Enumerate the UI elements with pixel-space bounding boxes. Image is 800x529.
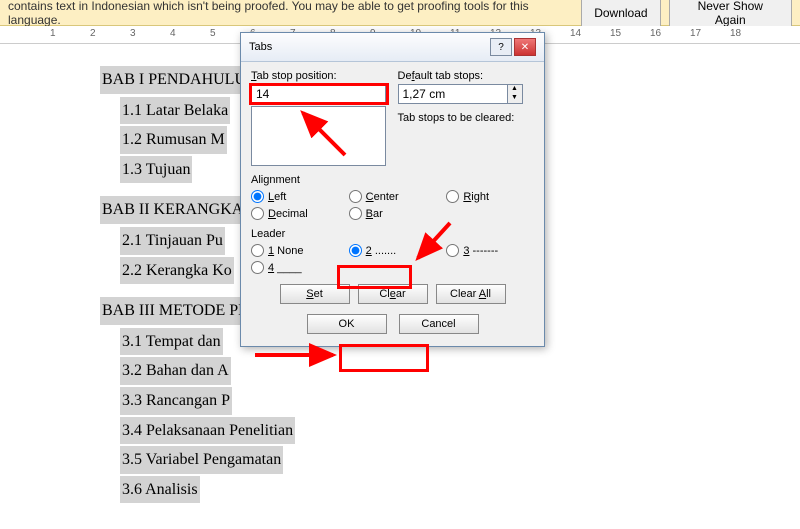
cleared-label: Tab stops to be cleared: xyxy=(398,112,535,124)
default-tab-input[interactable] xyxy=(398,84,508,104)
leader-none[interactable]: 1 None xyxy=(251,244,339,257)
item-3-1: 3.1 Tempat dan xyxy=(120,328,223,356)
proofing-bar: contains text in Indonesian which isn't … xyxy=(0,0,800,26)
tab-stop-label: Tab stop position: xyxy=(251,70,388,82)
item-2-1: 2.1 Tinjauan Pu xyxy=(120,227,225,255)
leader-under[interactable]: 4 ____ xyxy=(251,261,339,274)
default-tab-label: Default tab stops: xyxy=(398,70,535,82)
heading-bab3: BAB III METODE PE xyxy=(100,297,250,325)
dialog-title-text: Tabs xyxy=(249,41,272,53)
item-3-5: 3.5 Variabel Pengamatan xyxy=(120,446,283,474)
item-1-3: 1.3 Tujuan xyxy=(120,156,192,184)
tabs-dialog: Tabs ? ✕ Tab stop position: Default tab … xyxy=(240,32,545,347)
leader-dots[interactable]: 2 ....... xyxy=(349,244,437,257)
leader-dashes[interactable]: 3 ------- xyxy=(446,244,534,257)
clear-button[interactable]: Clear xyxy=(358,284,428,304)
align-bar[interactable]: Bar xyxy=(349,207,437,220)
tab-stop-listbox[interactable] xyxy=(251,106,386,166)
spinner-down[interactable]: ▼ xyxy=(508,94,522,103)
close-button[interactable]: ✕ xyxy=(514,38,536,56)
spinner-up[interactable]: ▲ xyxy=(508,85,522,94)
leader-group: 1 None 2 ....... 3 ------- 4 ____ xyxy=(251,244,534,274)
cancel-button[interactable]: Cancel xyxy=(399,314,479,334)
item-1-1: 1.1 Latar Belaka xyxy=(120,97,230,125)
heading-bab1: BAB I PENDAHULU xyxy=(100,66,248,94)
ok-button[interactable]: OK xyxy=(307,314,387,334)
alignment-label: Alignment xyxy=(251,174,534,186)
item-3-2: 3.2 Bahan dan A xyxy=(120,357,231,385)
item-3-6: 3.6 Analisis xyxy=(120,476,200,504)
item-3-3: 3.3 Rancangan P xyxy=(120,387,232,415)
leader-label: Leader xyxy=(251,228,534,240)
proofing-message: contains text in Indonesian which isn't … xyxy=(8,0,581,27)
clear-all-button[interactable]: Clear All xyxy=(436,284,506,304)
tab-stop-input[interactable] xyxy=(251,84,386,104)
align-left[interactable]: Left xyxy=(251,190,339,203)
align-center[interactable]: Center xyxy=(349,190,437,203)
item-2-2: 2.2 Kerangka Ko xyxy=(120,257,234,285)
item-3-4: 3.4 Pelaksanaan Penelitian xyxy=(120,417,295,445)
align-decimal[interactable]: Decimal xyxy=(251,207,339,220)
dialog-titlebar[interactable]: Tabs ? ✕ xyxy=(241,33,544,62)
help-button[interactable]: ? xyxy=(490,38,512,56)
set-button[interactable]: Set xyxy=(280,284,350,304)
item-1-2: 1.2 Rumusan M xyxy=(120,126,227,154)
alignment-group: Left Center Right Decimal Bar xyxy=(251,190,534,220)
heading-bab2: BAB II KERANGKA xyxy=(100,196,245,224)
align-right[interactable]: Right xyxy=(446,190,534,203)
